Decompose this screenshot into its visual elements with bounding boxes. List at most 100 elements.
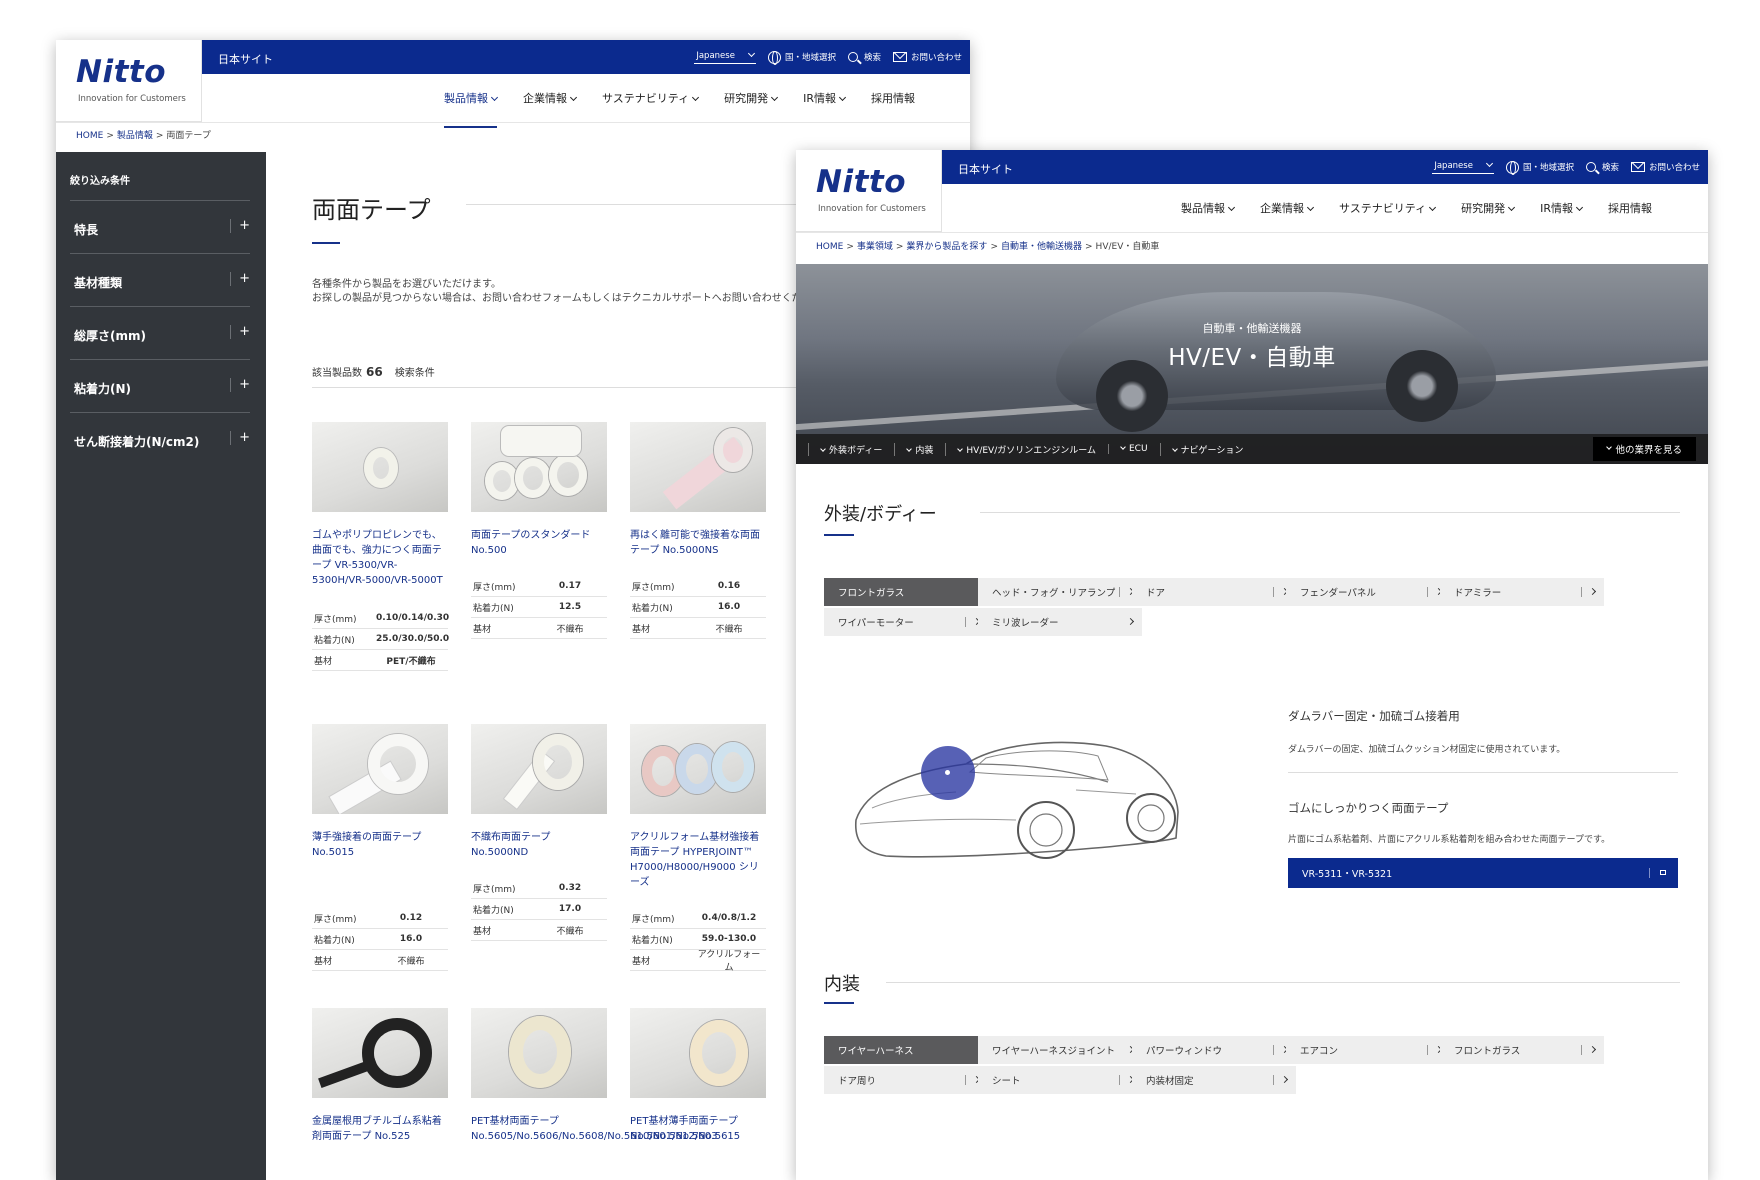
product-name[interactable]: 金属屋根用ブチルゴム系粘着剤両面テープ No.525 <box>312 1114 448 1144</box>
globe-icon <box>767 50 781 65</box>
product-name[interactable]: PET基材薄手両面テープ No.5601/No.5603 <box>630 1114 766 1144</box>
product-name[interactable]: アクリルフォーム基材強接着両面テープ HYPERJOINT™ H7000/H80… <box>630 830 766 890</box>
mail-icon <box>1630 162 1645 172</box>
filter-adhesion[interactable]: 粘着力(N) + <box>70 359 250 412</box>
logo[interactable]: Nitto Innovation for Customers <box>56 40 202 122</box>
breadcrumb-home[interactable]: HOME <box>816 242 843 252</box>
chip-mmwave-radar[interactable]: ミリ波レーダー <box>978 608 1142 636</box>
industry-page-window: Nitto Innovation for Customers 日本サイト Jap… <box>796 150 1708 1180</box>
chip-interior-fixing[interactable]: 内装材固定 <box>1132 1066 1296 1094</box>
nav-company[interactable]: 企業情報 <box>1260 194 1315 222</box>
nav-products[interactable]: 製品情報 <box>444 84 499 128</box>
hero-tab-exterior[interactable]: 外装ボディー <box>808 442 894 456</box>
product-name[interactable]: 再はく離可能で強接着な両面テープ No.5000NS <box>630 528 766 558</box>
filter-label: 基材種類 <box>74 276 123 290</box>
product-link-button[interactable]: VR-5311・VR-5321 <box>1288 858 1678 888</box>
filter-feature[interactable]: 特長 + <box>70 200 250 253</box>
product-name[interactable]: 不織布両面テープ No.5000ND <box>471 830 607 860</box>
search-button[interactable]: 検索 <box>1585 161 1619 173</box>
language-select[interactable]: Japanese <box>1432 159 1494 174</box>
chip-seat[interactable]: シート <box>978 1066 1142 1094</box>
breadcrumb-business[interactable]: 事業領域 <box>857 242 893 252</box>
product-name[interactable]: 両面テープのスタンダード No.500 <box>471 528 607 558</box>
hero-tab-interior[interactable]: 内装 <box>894 442 945 456</box>
chip-harness-joint[interactable]: ワイヤーハーネスジョイント <box>978 1036 1142 1064</box>
contact-link[interactable]: お問い合わせ <box>1630 161 1700 173</box>
spec-value: 不織布 <box>715 624 743 635</box>
region-select[interactable]: 国・地域選択 <box>1505 160 1574 175</box>
product-card[interactable]: 不織布両面テープ No.5000ND <box>471 724 607 860</box>
filter-base-type[interactable]: 基材種類 + <box>70 253 250 306</box>
header-divider <box>56 122 970 123</box>
filter-label: 特長 <box>74 223 99 237</box>
product-card[interactable]: ゴムやポリプロピレンでも、曲面でも、強力につく両面テープ VR-5300/VR-… <box>312 422 448 588</box>
spec-label: 厚さ(mm) <box>314 914 357 925</box>
product-card[interactable]: PET基材薄手両面テープ No.5601/No.5603 <box>630 1008 766 1144</box>
site-label[interactable]: 日本サイト <box>218 51 273 67</box>
nav-rnd[interactable]: 研究開発 <box>1461 194 1516 222</box>
product-name[interactable]: ゴムやポリプロピレンでも、曲面でも、強力につく両面テープ VR-5300/VR-… <box>312 528 448 588</box>
chip-wire-harness[interactable]: ワイヤーハーネス <box>824 1036 988 1064</box>
hero-tab-ecu[interactable]: ECU <box>1107 444 1160 454</box>
contact-link[interactable]: お問い合わせ <box>892 51 962 63</box>
product-card[interactable]: PET基材両面テープ No.5605/No.5606/No.5608/No.56… <box>471 1008 740 1144</box>
nav-company[interactable]: 企業情報 <box>523 84 578 112</box>
hero-tab-engine[interactable]: HV/EV/ガソリンエンジンルーム <box>945 442 1108 456</box>
chip-door-mirror[interactable]: ドアミラー <box>1440 578 1604 606</box>
region-select[interactable]: 国・地域選択 <box>767 50 836 65</box>
nav-products[interactable]: 製品情報 <box>1181 194 1236 222</box>
breadcrumb-automotive[interactable]: 自動車・他輸送機器 <box>1001 242 1082 252</box>
breadcrumb-by-industry[interactable]: 業界から製品を探す <box>906 242 987 252</box>
chip-power-window[interactable]: パワーウィンドウ <box>1132 1036 1296 1064</box>
logo-wordmark: Nitto <box>76 54 167 90</box>
product-card[interactable]: 再はく離可能で強接着な両面テープ No.5000NS <box>630 422 766 558</box>
other-industries-button[interactable]: 他の業界を見る <box>1593 437 1696 461</box>
chip-front-glass-interior[interactable]: フロントガラス <box>1440 1036 1604 1064</box>
nav-ir[interactable]: IR情報 <box>1540 194 1584 222</box>
nav-careers[interactable]: 採用情報 <box>1608 194 1652 222</box>
chip-wiper-motor[interactable]: ワイパーモーター <box>824 608 988 636</box>
main-nav: 製品情報 企業情報 サステナビリティ 研究開発 IR情報 採用情報 <box>1181 184 1652 232</box>
product-card[interactable]: 両面テープのスタンダード No.500 <box>471 422 607 558</box>
nav-label: サステナビリティ <box>602 92 690 105</box>
detail-text: ダムラバーの固定、加硫ゴムクッション材固定に使用されています。 <box>1288 745 1566 755</box>
nav-label: 製品情報 <box>1181 202 1225 215</box>
product-card[interactable]: 金属屋根用ブチルゴム系粘着剤両面テープ No.525 <box>312 1008 448 1144</box>
plus-icon: + <box>230 219 250 233</box>
site-label[interactable]: 日本サイト <box>958 161 1013 177</box>
spec-value: 16.0 <box>717 602 741 612</box>
nav-ir[interactable]: IR情報 <box>803 84 847 112</box>
breadcrumb-products[interactable]: 製品情報 <box>117 131 153 141</box>
chip-door[interactable]: ドア <box>1132 578 1296 606</box>
front-glass-hotspot[interactable] <box>921 746 975 800</box>
hero-tab-navigation[interactable]: ナビゲーション <box>1159 442 1256 456</box>
nav-sustainability[interactable]: サステナビリティ <box>602 84 700 112</box>
chip-aircon[interactable]: エアコン <box>1286 1036 1450 1064</box>
product-name[interactable]: 薄手強接着の両面テープ No.5015 <box>312 830 448 860</box>
breadcrumb-home[interactable]: HOME <box>76 131 103 141</box>
filter-shear[interactable]: せん断接着力(N/cm2) + <box>70 412 250 465</box>
chip-front-glass[interactable]: フロントガラス <box>824 578 988 606</box>
chip-door-surroundings[interactable]: ドア周り <box>824 1066 988 1094</box>
page-description: 各種条件から製品をお選びいただけます。 お探しの製品が見つからない場合は、お問い… <box>312 278 832 306</box>
breadcrumb-separator: > <box>990 242 998 252</box>
product-name[interactable]: PET基材両面テープ No.5605/No.5606/No.5608/No.56… <box>471 1114 740 1144</box>
chip-fender[interactable]: フェンダーパネル <box>1286 578 1450 606</box>
search-condition-tab[interactable]: 検索条件 <box>395 368 435 379</box>
spec-label: 粘着力(N) <box>473 905 514 916</box>
section-accent <box>824 534 854 536</box>
product-card[interactable]: 薄手強接着の両面テープ No.5015 <box>312 724 448 860</box>
product-card[interactable]: アクリルフォーム基材強接着両面テープ HYPERJOINT™ H7000/H80… <box>630 724 766 890</box>
filter-thickness[interactable]: 総厚さ(mm) + <box>70 306 250 359</box>
spec-value: 0.10/0.14/0.30 <box>376 613 450 623</box>
nav-careers[interactable]: 採用情報 <box>871 84 915 112</box>
search-button[interactable]: 検索 <box>847 51 881 63</box>
logo[interactable]: Nitto Innovation for Customers <box>796 150 942 232</box>
nav-rnd[interactable]: 研究開発 <box>724 84 779 112</box>
product-spec: 厚さ(mm) 0.4/0.8/1.2 粘着力(N) 59.0-130.0 基材 アクリ… <box>630 908 766 973</box>
language-select[interactable]: Japanese <box>694 49 756 64</box>
chip-divider <box>1273 1045 1274 1055</box>
chip-lamps[interactable]: ヘッド・フォグ・リアランプ <box>978 578 1142 606</box>
nav-sustainability[interactable]: サステナビリティ <box>1339 194 1437 222</box>
product-spec: 厚さ(mm) 0.10/0.14/0.30 粘着力(N) 25.0/30.0/50.… <box>312 608 450 671</box>
